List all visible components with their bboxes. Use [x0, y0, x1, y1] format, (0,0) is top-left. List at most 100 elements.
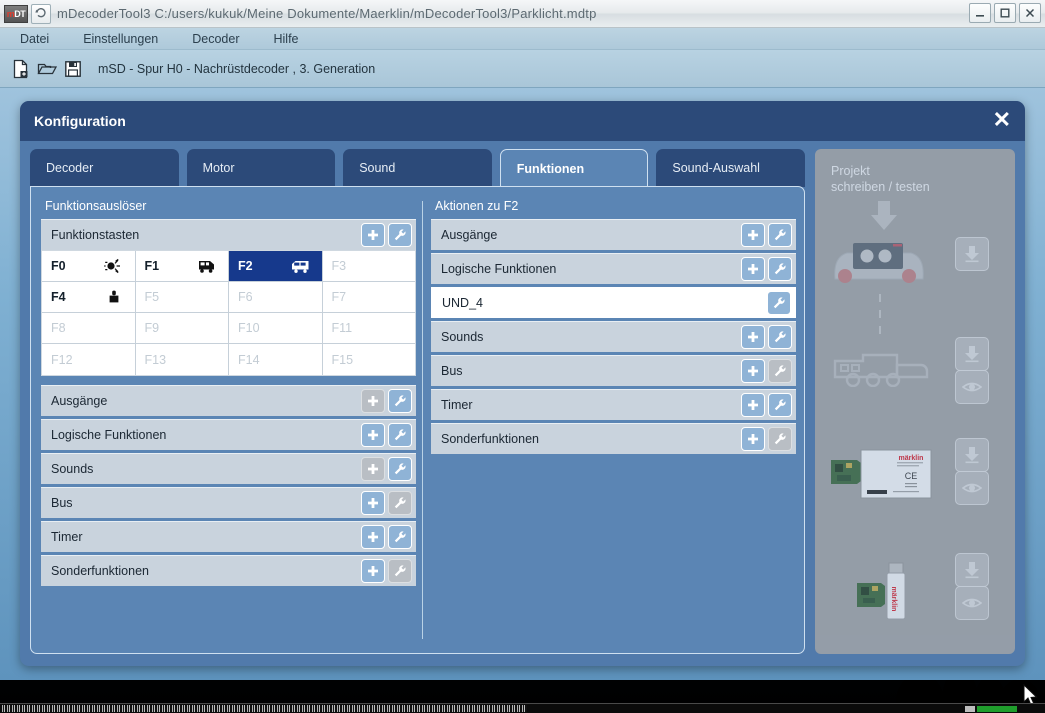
- function-key-f7[interactable]: F7: [323, 282, 416, 313]
- group-row-timer-label: Timer: [51, 530, 82, 544]
- action-row-ausgaenge[interactable]: Ausgänge: [431, 219, 796, 250]
- app-logo-icon: mDT: [4, 5, 28, 23]
- tab-sound-auswahl[interactable]: Sound-Auswahl: [656, 149, 805, 187]
- function-key-f13[interactable]: F13: [136, 344, 230, 375]
- add-funktionstaste-button[interactable]: [361, 223, 385, 247]
- edit-action-ausgang-button[interactable]: [768, 223, 792, 247]
- function-key-f4[interactable]: F4: [42, 282, 136, 313]
- dialog-close-icon[interactable]: ✕: [993, 109, 1011, 131]
- add-action-timer-button[interactable]: [741, 393, 765, 417]
- window-titlebar[interactable]: mDT mDecoderTool3 C:/users/kukuk/Meine D…: [0, 0, 1045, 28]
- group-row-timer[interactable]: Timer: [41, 521, 416, 552]
- add-logische-funktion-button[interactable]: [361, 423, 385, 447]
- function-key-f0[interactable]: F0: [42, 251, 136, 282]
- add-action-bus-button[interactable]: [741, 359, 765, 383]
- funktionstasten-buttons: [361, 223, 412, 247]
- open-folder-icon[interactable]: [34, 56, 60, 82]
- menu-item-decoder[interactable]: Decoder: [180, 30, 251, 48]
- edit-sound-button[interactable]: [388, 457, 412, 481]
- read-from-programmer-button[interactable]: [955, 471, 989, 505]
- function-key-f6[interactable]: F6: [229, 282, 323, 313]
- function-key-f12-icon: [103, 350, 125, 370]
- action-row-sounds-buttons: [741, 325, 792, 349]
- tab-strip: Decoder Motor Sound Funktionen Sound-Aus…: [30, 149, 805, 187]
- group-row-bus[interactable]: Bus: [41, 487, 416, 518]
- taskbar[interactable]: [0, 703, 1045, 713]
- tab-sound[interactable]: Sound: [343, 149, 492, 187]
- function-key-f2[interactable]: F2: [229, 251, 323, 282]
- add-action-logische-funktion-button[interactable]: [741, 257, 765, 281]
- function-key-f9[interactable]: F9: [136, 313, 230, 344]
- edit-logische-funktion-button[interactable]: [388, 423, 412, 447]
- menu-item-hilfe[interactable]: Hilfe: [262, 30, 311, 48]
- taskbar-buttons[interactable]: [2, 705, 527, 712]
- maximize-button[interactable]: [994, 3, 1016, 23]
- function-key-f3[interactable]: F3: [323, 251, 416, 282]
- add-sound-button[interactable]: [361, 457, 385, 481]
- group-row-sounds[interactable]: Sounds: [41, 453, 416, 484]
- edit-action-timer-button[interactable]: [768, 393, 792, 417]
- add-action-sonderfunktion-button[interactable]: [741, 427, 765, 451]
- group-row-timer-buttons: [361, 525, 412, 549]
- action-row-sonderfunktionen[interactable]: Sonderfunktionen: [431, 423, 796, 454]
- group-row-logische-funktionen[interactable]: Logische Funktionen: [41, 419, 416, 450]
- add-sonderfunktion-button[interactable]: [361, 559, 385, 583]
- new-file-icon[interactable]: [8, 56, 34, 82]
- write-to-locomotive-button[interactable]: [955, 337, 989, 371]
- menu-item-datei[interactable]: Datei: [8, 30, 61, 48]
- group-row-sounds-buttons: [361, 457, 412, 481]
- function-key-f6-icon: [290, 287, 312, 307]
- action-row-sounds[interactable]: Sounds: [431, 321, 796, 352]
- tab-decoder[interactable]: Decoder: [30, 149, 179, 187]
- add-ausgang-button[interactable]: [361, 389, 385, 413]
- add-bus-button[interactable]: [361, 491, 385, 515]
- tab-motor[interactable]: Motor: [187, 149, 336, 187]
- restore-icon[interactable]: [31, 4, 51, 24]
- menu-item-einstellungen[interactable]: Einstellungen: [71, 30, 170, 48]
- action-row-bus[interactable]: Bus: [431, 355, 796, 386]
- function-key-f11[interactable]: F11: [323, 313, 416, 344]
- function-key-f5[interactable]: F5: [136, 282, 230, 313]
- function-key-f10[interactable]: F10: [229, 313, 323, 344]
- read-from-usb-button[interactable]: [955, 586, 989, 620]
- function-key-f6-label: F6: [238, 290, 253, 304]
- function-key-f13-label: F13: [145, 353, 167, 367]
- tab-funktionen[interactable]: Funktionen: [500, 149, 649, 187]
- tray-status-indicator: [977, 706, 1017, 712]
- tab-decoder-label: Decoder: [46, 161, 93, 175]
- close-button[interactable]: [1019, 3, 1041, 23]
- funktionen-tab-panel: Funktionsauslöser Funktionstasten: [30, 186, 805, 654]
- write-to-usb-button[interactable]: [955, 553, 989, 587]
- edit-timer-button[interactable]: [388, 525, 412, 549]
- minimize-button[interactable]: [969, 3, 991, 23]
- group-row-ausgaenge[interactable]: Ausgänge: [41, 385, 416, 416]
- edit-action-sound-button[interactable]: [768, 325, 792, 349]
- function-key-f1[interactable]: F1: [136, 251, 230, 282]
- group-row-sonderfunktionen[interactable]: Sonderfunktionen: [41, 555, 416, 586]
- group-row-sonderfunktionen-buttons: [361, 559, 412, 583]
- write-to-programmer-button[interactable]: [955, 438, 989, 472]
- save-disk-icon[interactable]: [60, 56, 86, 82]
- edit-ausgang-button[interactable]: [388, 389, 412, 413]
- function-key-f8[interactable]: F8: [42, 313, 136, 344]
- action-row-logische-funktionen[interactable]: Logische Funktionen: [431, 253, 796, 284]
- add-action-ausgang-button[interactable]: [741, 223, 765, 247]
- read-from-locomotive-button[interactable]: [955, 370, 989, 404]
- add-timer-button[interactable]: [361, 525, 385, 549]
- function-key-f12-label: F12: [51, 353, 73, 367]
- taskbar-tray[interactable]: [965, 705, 1045, 712]
- edit-und4-button[interactable]: [767, 291, 791, 315]
- action-row-und4[interactable]: UND_4: [431, 287, 796, 318]
- function-key-f14[interactable]: F14: [229, 344, 323, 375]
- function-key-f9-icon: [196, 318, 218, 338]
- edit-action-logische-funktion-button[interactable]: [768, 257, 792, 281]
- function-key-f15[interactable]: F15: [323, 344, 416, 375]
- action-row-timer[interactable]: Timer: [431, 389, 796, 420]
- action-row-logische-funktionen-label: Logische Funktionen: [441, 262, 556, 276]
- write-to-central-station-button[interactable]: [955, 237, 989, 271]
- edit-funktionstaste-button[interactable]: [388, 223, 412, 247]
- tray-icon[interactable]: [965, 706, 975, 712]
- add-action-sound-button[interactable]: [741, 325, 765, 349]
- group-row-ausgaenge-label: Ausgänge: [51, 394, 107, 408]
- function-key-f12[interactable]: F12: [42, 344, 136, 375]
